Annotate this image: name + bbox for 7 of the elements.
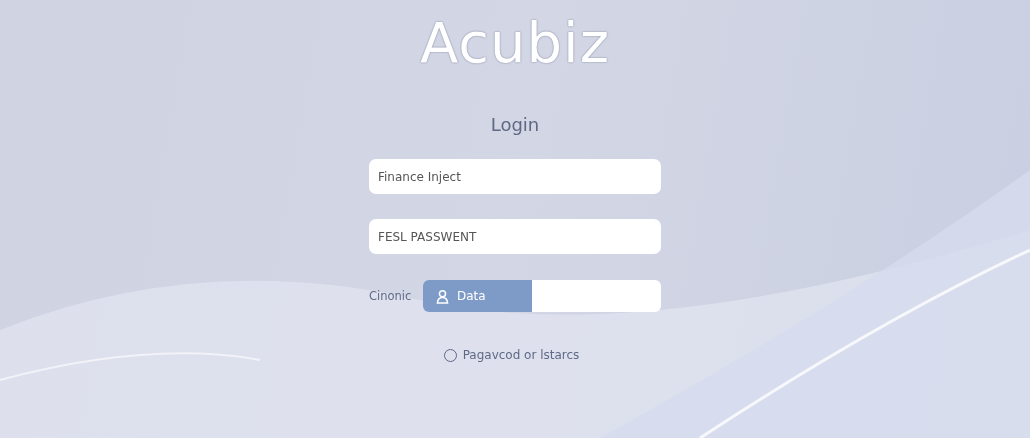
field-label: Cinonic (369, 289, 413, 303)
user-icon (436, 288, 449, 304)
login-heading: Login (490, 113, 540, 137)
input-field[interactable]: Finance Inject (369, 159, 661, 194)
option-label: Pagavcod or lstarcs (462, 348, 580, 362)
input-field[interactable] (532, 280, 661, 312)
input-field[interactable]: FESL PASSWENT (369, 219, 661, 254)
